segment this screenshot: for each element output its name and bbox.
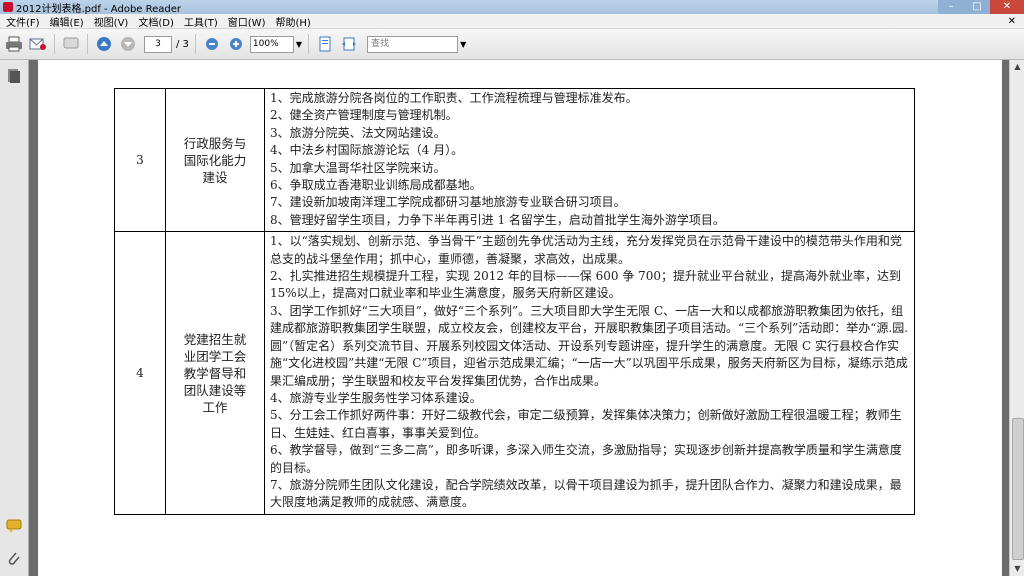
minimize-button[interactable]: – — [938, 0, 964, 14]
zoom-in-icon — [229, 38, 242, 50]
search-input[interactable]: 查找 — [367, 35, 459, 53]
toolbar-separator — [308, 34, 310, 54]
comments-icon[interactable] — [6, 518, 22, 534]
plan-table: 3 行政服务与 国际化能力 建设 1、完成旅游分院各岗位的工作职责、工作流程梳理… — [114, 87, 915, 515]
next-page-icon — [121, 37, 135, 51]
list-item: 7、旅游分院师生团队文化建设，配合学院绩效改革，以骨干项目建设为抓手，提升团队合… — [270, 477, 902, 510]
row-number: 4 — [114, 231, 166, 515]
pages-icon[interactable] — [6, 68, 22, 84]
attachments-icon[interactable] — [6, 550, 22, 566]
row-number: 3 — [114, 87, 166, 233]
zoom-value: 100% — [252, 38, 279, 49]
row-category: 行政服务与 国际化能力 建设 — [165, 87, 265, 233]
list-item: 5、分工会工作抓好两件事：开好二级教代会，审定二级预算，发挥集体决策力；创新做好… — [270, 408, 902, 440]
fit-page-button[interactable] — [315, 34, 335, 54]
list-item: 3、团学工作抓好“三大项目”，做好“三个系列”。三大项目即大学生无限 C、一店一… — [270, 303, 909, 388]
scroll-up-arrow-icon[interactable]: ▲ — [1010, 60, 1024, 74]
list-item: 1、完成旅游分院各岗位的工作职责、工作流程梳理与管理标准发布。 — [270, 91, 638, 105]
zoom-in-button[interactable] — [226, 34, 246, 54]
list-item: 6、教学督导，做到“三多二高”，即多听课，多深入师生交流，多激励指导；实现逐步创… — [270, 443, 902, 475]
toolbar-separator — [54, 34, 55, 54]
list-item: 2、扎实推进招生规模提升工程，实现 2012 年的目标——保 600 争 700… — [270, 269, 902, 301]
prev-page-button[interactable] — [94, 34, 114, 54]
page-total: / 3 — [176, 38, 189, 50]
next-page-button[interactable] — [118, 34, 138, 54]
list-item: 6、争取成立香港职业训练局成都基地。 — [270, 178, 482, 193]
pdf-page: 3 行政服务与 国际化能力 建设 1、完成旅游分院各岗位的工作职责、工作流程梳理… — [38, 60, 1002, 576]
window-controls: – □ ✕ — [938, 0, 1024, 14]
list-item: 3、旅游分院英、法文网站建设。 — [270, 125, 446, 140]
menu-edit[interactable]: 编辑(E) — [50, 14, 84, 29]
zoom-out-button[interactable] — [202, 34, 222, 54]
page-number-input[interactable]: 3 — [144, 35, 172, 53]
adobe-reader-icon — [3, 2, 13, 12]
email-icon — [29, 38, 46, 50]
list-item: 1、以“落实规划、创新示范、争当骨干”主题创先争优活动为主线，充分发挥党员在示范… — [270, 234, 902, 266]
vertical-scrollbar[interactable]: ▲ ▼ — [1009, 60, 1024, 576]
fit-width-icon — [342, 37, 357, 51]
row-items: 1、以“落实规划、创新示范、争当骨干”主题创先争优活动为主线，充分发挥党员在示范… — [264, 231, 915, 515]
menu-view[interactable]: 视图(V) — [94, 14, 129, 29]
row-category: 党建招生就 业团学工会 教学督导和 团队建设等 工作 — [165, 231, 265, 515]
row-items: 1、完成旅游分院各岗位的工作职责、工作流程梳理与管理标准发布。 2、健全资产管理… — [264, 87, 915, 233]
window-title: 2012计划表格.pdf - Adobe Reader — [16, 3, 182, 15]
zoom-select[interactable]: 100% — [249, 35, 294, 53]
fit-width-button[interactable] — [339, 34, 359, 54]
zoom-out-icon — [205, 38, 218, 50]
document-view: 3 行政服务与 国际化能力 建设 1、完成旅游分院各岗位的工作职责、工作流程梳理… — [29, 60, 1009, 576]
fit-page-icon — [319, 36, 331, 52]
list-item: 7、建设新加坡南洋理工学院成都研习基地旅游专业联合研习项目。 — [270, 195, 626, 210]
list-item: 2、健全资产管理制度与管理机制。 — [270, 108, 458, 123]
maximize-button[interactable]: □ — [964, 0, 990, 14]
list-item: 4、中法乡村国际旅游论坛（4 月）。 — [270, 143, 464, 158]
toolbar-separator — [194, 34, 196, 54]
close-button[interactable]: ✕ — [990, 0, 1024, 14]
print-button[interactable] — [4, 34, 24, 54]
scrollbar-thumb[interactable] — [1012, 418, 1024, 560]
menu-bar: 文件(F) 编辑(E) 视图(V) 文档(D) 工具(T) 窗口(W) 帮助(H… — [0, 14, 1024, 29]
chevron-down-icon[interactable]: ▼ — [296, 40, 302, 49]
table-row: 4 党建招生就 业团学工会 教学督导和 团队建设等 工作 1、以“落实规划、创新… — [114, 231, 915, 515]
menu-file[interactable]: 文件(F) — [6, 14, 40, 29]
navigation-panel — [0, 60, 29, 576]
menu-tools[interactable]: 工具(T) — [184, 14, 218, 29]
prev-page-icon — [97, 37, 111, 51]
list-item: 4、旅游专业学生服务性学习体系建设。 — [270, 390, 482, 405]
menu-help[interactable]: 帮助(H) — [275, 14, 310, 29]
search-dropdown-icon[interactable]: ▼ — [460, 40, 466, 49]
comment-icon — [63, 37, 79, 49]
scroll-down-arrow-icon[interactable]: ▼ — [1010, 562, 1024, 576]
menu-document[interactable]: 文档(D) — [138, 14, 174, 29]
comment-button[interactable] — [61, 34, 81, 54]
menu-window[interactable]: 窗口(W) — [228, 14, 266, 29]
email-button[interactable] — [28, 34, 48, 54]
toolbar: 3 / 3 100% ▼ 查找 ▼ — [0, 29, 1024, 60]
toolbar-separator — [87, 34, 88, 54]
document-close-button[interactable]: ✕ — [1008, 16, 1016, 27]
list-item: 8、管理好留学生项目，力争下半年再引进 1 名留学生，启动首批学生海外游学项目。 — [270, 212, 725, 227]
list-item: 5、加拿大温哥华社区学院来访。 — [270, 160, 446, 175]
print-icon — [6, 36, 22, 52]
table-row: 3 行政服务与 国际化能力 建设 1、完成旅游分院各岗位的工作职责、工作流程梳理… — [114, 87, 915, 233]
